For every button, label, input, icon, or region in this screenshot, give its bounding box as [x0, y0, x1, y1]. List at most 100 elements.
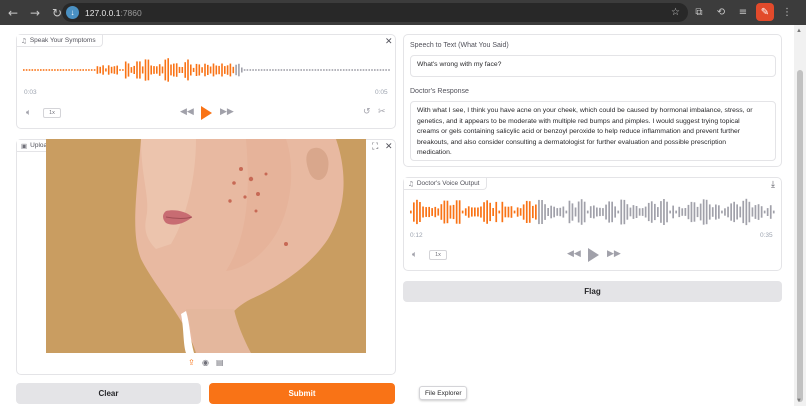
- scrollbar-thumb[interactable]: [797, 70, 803, 402]
- history-icon[interactable]: ⟲: [712, 3, 730, 21]
- waveform-bar: [736, 204, 738, 220]
- waveform-bar: [559, 207, 562, 217]
- trim-icon[interactable]: ✂: [378, 107, 386, 117]
- waveform-bar: [620, 199, 623, 225]
- waveform-bar: [232, 66, 235, 74]
- waveform-bar: [727, 206, 729, 218]
- forward-icon[interactable]: →: [26, 4, 44, 22]
- submit-button[interactable]: Submit: [209, 383, 395, 404]
- waveform-bar: [130, 67, 133, 73]
- waveform-bar: [258, 69, 260, 71]
- clipboard-icon[interactable]: ▤: [216, 358, 224, 367]
- waveform-bar: [90, 69, 93, 71]
- waveform-bar: [467, 206, 470, 218]
- waveform-bar: [51, 69, 53, 71]
- waveform-bar: [82, 69, 84, 71]
- menu-icon[interactable]: ⋮: [778, 3, 796, 21]
- voice-waveform[interactable]: [410, 198, 776, 226]
- waveform-bar: [528, 201, 531, 223]
- media-control-icon[interactable]: ≡: [734, 3, 752, 21]
- play-button[interactable]: [201, 106, 212, 120]
- volume-icon[interactable]: 🔈︎: [26, 108, 31, 118]
- waveform-bar: [133, 65, 135, 74]
- waveform-bar: [178, 66, 181, 73]
- waveform-bar: [650, 201, 653, 223]
- waveform-bar: [207, 64, 209, 75]
- waveform-bar: [150, 65, 152, 75]
- volume-icon[interactable]: 🔈︎: [412, 250, 417, 260]
- response-line: creams or gels containing salicylic acid…: [417, 128, 741, 136]
- webcam-icon[interactable]: ◉: [202, 358, 209, 367]
- waveform-bar: [541, 200, 543, 224]
- total-time: 0:35: [760, 232, 773, 239]
- waveform-bar: [458, 200, 461, 224]
- extension-icon[interactable]: ✎: [756, 3, 774, 21]
- playback-speed-button[interactable]: 1x: [43, 108, 61, 118]
- waveform-bar: [455, 200, 458, 224]
- current-time: 0:12: [410, 232, 423, 239]
- speech-to-text-panel: Speech to Text (What You Said) What's wr…: [403, 34, 782, 167]
- waveform-bar: [388, 69, 390, 71]
- waveform-bar: [314, 69, 317, 71]
- skip-back-icon[interactable]: ◀◀: [180, 107, 194, 117]
- waveform-bar: [547, 208, 549, 216]
- skip-back-icon[interactable]: ◀◀: [567, 249, 581, 259]
- symptoms-waveform[interactable]: [23, 57, 391, 83]
- skip-forward-icon[interactable]: ▶▶: [607, 249, 621, 259]
- page-scrollbar[interactable]: ▲ ▼: [794, 25, 806, 406]
- response-textbox[interactable]: With what I see, I think you have acne o…: [410, 101, 776, 161]
- waveform-bar: [374, 69, 376, 71]
- fullscreen-icon[interactable]: ⛶: [372, 142, 378, 152]
- reset-icon[interactable]: ↺: [363, 107, 371, 117]
- response-line: medication.: [417, 149, 452, 157]
- waveform-bar: [599, 207, 601, 217]
- waveform-bar: [144, 59, 147, 81]
- waveform-bar: [721, 210, 723, 214]
- waveform-bar: [238, 63, 240, 77]
- waveform-bar: [173, 63, 175, 77]
- download-icon[interactable]: ⤓: [771, 180, 775, 190]
- waveform-bar: [325, 69, 328, 71]
- waveform-bar: [486, 200, 488, 224]
- waveform-bar: [416, 199, 418, 225]
- waveform-bar: [654, 203, 656, 221]
- waveform-bar: [675, 210, 677, 214]
- waveform-bar: [204, 63, 206, 77]
- waveform-bar: [62, 69, 65, 71]
- waveform-bar: [303, 69, 305, 71]
- waveform-bar: [623, 199, 626, 225]
- remove-image-icon[interactable]: ✕: [385, 142, 393, 152]
- waveform-bar: [113, 66, 116, 74]
- waveform-bar: [306, 69, 308, 71]
- extensions-icon[interactable]: ⧉: [690, 3, 708, 21]
- play-button[interactable]: [588, 248, 599, 262]
- flag-button[interactable]: Flag: [403, 281, 782, 302]
- waveform-bar: [283, 69, 285, 71]
- waveform-bar: [593, 205, 595, 219]
- scroll-up-icon[interactable]: ▲: [796, 28, 802, 34]
- waveform-bar: [440, 204, 443, 220]
- waveform-bar: [629, 207, 632, 217]
- bookmark-star-icon[interactable]: ☆: [671, 7, 680, 18]
- back-icon[interactable]: ←: [4, 4, 22, 22]
- waveform-bar: [480, 206, 482, 218]
- waveform-bar: [226, 65, 229, 75]
- scroll-down-icon[interactable]: ▼: [796, 398, 802, 404]
- waveform-bar: [708, 204, 711, 220]
- waveform-bar: [147, 59, 150, 81]
- upload-icon[interactable]: ⇪: [188, 358, 195, 367]
- stt-textbox[interactable]: What's wrong with my face?: [410, 55, 776, 77]
- skip-forward-icon[interactable]: ▶▶: [220, 107, 234, 117]
- address-bar[interactable]: ↓ 127.0.0.1:7860 ☆: [62, 3, 688, 22]
- clear-button[interactable]: Clear: [16, 383, 201, 404]
- waveform-bar: [354, 69, 356, 71]
- waveform-bar: [443, 200, 446, 224]
- waveform-bar: [461, 210, 464, 214]
- site-info-icon[interactable]: ↓: [66, 6, 79, 19]
- waveform-bar: [25, 69, 28, 71]
- waveform-bar: [532, 205, 534, 219]
- playback-speed-button[interactable]: 1x: [429, 250, 447, 260]
- close-icon[interactable]: ✕: [385, 37, 393, 47]
- waveform-bar: [99, 66, 101, 74]
- waveform-bar: [192, 67, 195, 72]
